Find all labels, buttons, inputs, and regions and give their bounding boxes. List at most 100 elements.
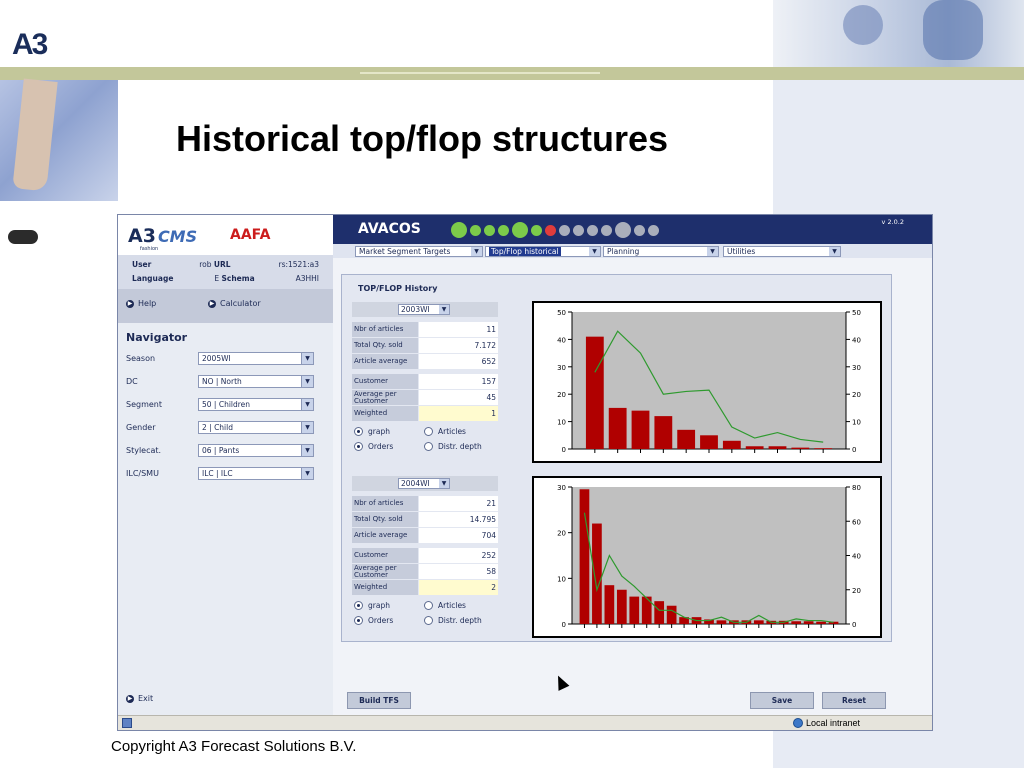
season-select-1[interactable]: 2003WI ▼ [398,304,450,315]
menu-market-segment-targets[interactable]: Market Segment Targets ▼ [355,246,483,257]
reset-button[interactable]: Reset [822,692,886,709]
navigator-ilc: ILC/SMU ILC | ILC ▼ [126,467,326,481]
radio-icon [354,442,363,451]
stat-row: Article average 704 [352,528,498,543]
radio-label: graph [368,601,390,610]
chart-2004-svg: 0 10 20 30 0 20 40 60 80 [557,484,861,629]
radio-label: Orders [368,616,394,625]
stat-label: Customer [352,374,418,389]
stat-row: Customer 157 [352,374,498,389]
exit-link[interactable]: ▶ Exit [126,694,153,703]
chevron-down-icon: ▼ [589,247,600,256]
gender-value: 2 | Child [202,423,233,432]
radio-label: Distr. depth [438,442,482,451]
bar [791,621,802,624]
season-header: 2004WI ▼ [352,476,498,491]
radio-articles[interactable]: Articles [424,601,466,610]
stat-row: Average per Customer 45 [352,390,498,405]
dc-label: DC [126,377,138,386]
stat-value: 704 [419,528,498,543]
season-select[interactable]: 2005WI ▼ [198,352,314,365]
y-tick-label: 30 [557,484,566,492]
stat-value: 2 [419,580,498,595]
stat-row: Average per Customer 58 [352,564,498,579]
stat-row: Total Qty. sold 14.795 [352,512,498,527]
navigator-gender: Gender 2 | Child ▼ [126,421,326,435]
a3-logo: A3 [12,28,48,61]
gender-select[interactable]: 2 | Child ▼ [198,421,314,434]
zone-indicator: Local intranet [793,718,860,728]
radio-distr-depth[interactable]: Distr. depth [424,442,482,451]
save-button[interactable]: Save [750,692,814,709]
y2-tick-label: 40 [852,553,861,561]
ilc-value: ILC | ILC [202,469,233,478]
chevron-down-icon: ▼ [439,305,449,314]
radio-graph[interactable]: graph [354,601,390,610]
schema-label: Schema [221,274,255,283]
bar [814,448,833,449]
panel-title: TOP/FLOP History [358,284,438,293]
stylecat-select[interactable]: 06 | Pants ▼ [198,444,314,457]
chevron-down-icon: ▼ [829,247,840,256]
bar [654,601,665,624]
stat-row: Total Qty. sold 7.172 [352,338,498,353]
stat-value: 45 [419,390,498,405]
header-band-highlight [360,72,600,74]
header-photo [773,0,1024,67]
status-light-icon [559,224,570,236]
globe-icon [793,718,803,728]
segment-select[interactable]: 50 | Children ▼ [198,398,314,411]
radio-articles[interactable]: Articles [424,427,466,436]
chevron-down-icon: ▼ [471,247,482,256]
language-label: Language [132,274,174,283]
menu-label: Market Segment Targets [359,247,451,256]
ilc-select[interactable]: ILC | ILC ▼ [198,467,314,480]
radio-label: Orders [368,442,394,451]
radio-label: Articles [438,601,466,610]
stat-label: Total Qty. sold [352,512,418,527]
dc-select[interactable]: NO | North ▼ [198,375,314,388]
build-tfs-button[interactable]: Build TFS [347,692,411,709]
stat-value: 1 [419,406,498,421]
menu-bar: Market Segment Targets ▼ Top/Flop histori… [333,244,932,258]
a3-cms-logo: A3 CMS [128,225,197,247]
status-light-icon [470,224,481,236]
y2-tick-label: 80 [852,484,861,492]
help-link[interactable]: ▶ Help [126,299,156,308]
season-select-2[interactable]: 2004WI ▼ [398,478,450,489]
y-tick-label: 40 [557,336,566,344]
user-row: User rob URL rs:1521:a3 [132,258,319,272]
y2-tick-label: 40 [852,336,861,344]
y2-tick-label: 60 [852,518,861,526]
calculator-link[interactable]: ▶ Calculator [208,299,261,308]
navigator-season: Season 2005WI ▼ [126,352,326,366]
stat-label: Average per Customer [352,390,418,405]
user-info: User rob URL rs:1521:a3 Language E Schem… [118,255,333,289]
sidebar: A3 CMS fashion AAFA User rob URL rs:1521:… [118,215,333,715]
status-lights [451,222,659,238]
y2-tick-label: 0 [852,446,856,454]
bar [641,596,652,624]
season-block-1: 2003WI ▼ Nbr of articles 11 Total Qty. sol… [352,302,498,467]
url-value: rs:1521:a3 [278,260,319,269]
bar [592,523,602,624]
radio-distr-depth[interactable]: Distr. depth [424,616,482,625]
radio-orders[interactable]: Orders [354,616,393,625]
radio-orders[interactable]: Orders [354,442,393,451]
bar [616,589,627,624]
chevron-down-icon: ▼ [301,399,313,410]
bar [700,435,718,449]
radio-graph[interactable]: graph [354,427,390,436]
menu-top-flop-historical[interactable]: Top/Flop historical ▼ [485,246,601,257]
main-content: TOP/FLOP History 2003WI ▼ Nbr of articles… [333,258,932,715]
bar [608,407,627,449]
stat-value: 157 [419,374,498,389]
menu-planning[interactable]: Planning ▼ [603,246,719,257]
bar [753,620,764,624]
menu-label: Utilities [727,247,756,256]
zone-label: Local intranet [806,718,861,728]
y-tick-label: 10 [557,419,566,427]
navigator-dc: DC NO | North ▼ [126,375,326,389]
stat-value: 14.795 [419,512,498,527]
menu-utilities[interactable]: Utilities ▼ [723,246,841,257]
